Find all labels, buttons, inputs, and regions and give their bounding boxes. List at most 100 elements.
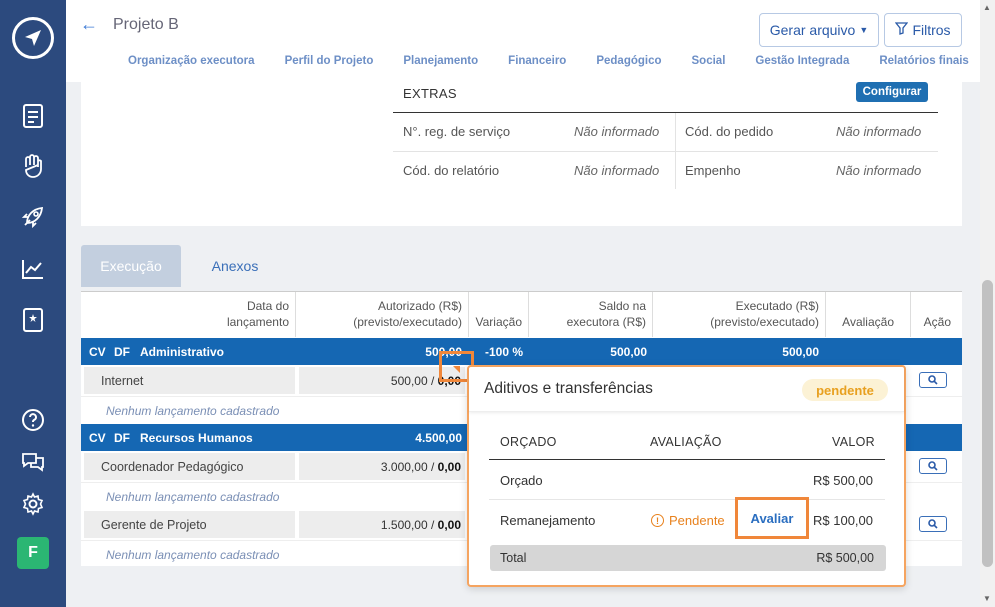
col-header-line: Executado (R$) xyxy=(735,299,819,313)
item-autorizado: 3.000,00 / 0,00 xyxy=(299,453,465,480)
search-icon xyxy=(928,373,938,388)
total-row: Total R$ 500,00 xyxy=(490,545,886,571)
col-header-avaliacao: Avaliação xyxy=(826,292,911,337)
category-executado: 500,00 xyxy=(782,345,819,359)
item-exec: 0,00 xyxy=(437,460,461,474)
col-header-line: executora (R$) xyxy=(566,315,646,329)
search-icon xyxy=(928,459,938,474)
divider xyxy=(393,112,938,113)
item-prev: 3.000,00 / xyxy=(380,460,438,474)
filtros-button[interactable]: Filtros xyxy=(884,13,962,47)
tab-gestao[interactable]: Gestão Integrada xyxy=(755,55,849,67)
configurar-button[interactable]: Configurar xyxy=(856,82,928,102)
hand-heart-icon[interactable] xyxy=(19,152,47,180)
tab-execucao[interactable]: Execução xyxy=(81,245,181,287)
page-title: Projeto B xyxy=(113,16,179,33)
logo-send-icon[interactable] xyxy=(12,17,54,59)
row-value: R$ 100,00 xyxy=(813,513,873,528)
search-button[interactable] xyxy=(919,372,947,388)
category-saldo: 500,00 xyxy=(610,345,647,359)
item-prev: 500,00 / xyxy=(390,374,438,388)
scroll-down-icon[interactable]: ▼ xyxy=(983,594,991,603)
tab-social[interactable]: Social xyxy=(692,55,726,67)
search-icon xyxy=(928,517,938,532)
gerar-arquivo-label: Gerar arquivo xyxy=(769,22,856,38)
sidebar: F xyxy=(0,0,66,607)
col-header-orcado: ORÇADO xyxy=(500,435,557,449)
category-name: Administrativo xyxy=(140,345,225,359)
search-button[interactable] xyxy=(919,458,947,474)
col-header-saldo: Saldo na executora (R$) xyxy=(529,292,653,337)
cv-label: CV xyxy=(89,431,106,445)
row-label: Orçado xyxy=(500,473,543,488)
extras-card: EXTRAS Configurar N°. reg. de serviço Nã… xyxy=(81,82,962,226)
col-header-acao: Ação xyxy=(923,315,951,329)
col-header-line: lançamento xyxy=(226,315,289,329)
back-arrow-icon[interactable]: ← xyxy=(80,14,98,35)
cv-label: CV xyxy=(89,345,106,359)
col-header-variacao: Variação xyxy=(469,292,529,337)
field-value: Não informado xyxy=(574,163,660,178)
help-icon[interactable] xyxy=(19,406,47,434)
filter-icon xyxy=(895,22,909,38)
total-value: R$ 500,00 xyxy=(816,551,874,565)
category-variacao: -100 % xyxy=(485,345,524,359)
tab-planejamento[interactable]: Planejamento xyxy=(403,55,478,67)
pendente-label: Pendente xyxy=(669,513,725,528)
chat-icon[interactable] xyxy=(19,448,47,476)
tab-perfil[interactable]: Perfil do Projeto xyxy=(285,55,374,67)
popover-header: Aditivos e transferências pendente xyxy=(469,367,904,412)
gerar-arquivo-button[interactable]: Gerar arquivo ▼ xyxy=(759,13,879,47)
col-header-line: (previsto/executado) xyxy=(710,315,819,329)
item-name: Coordenador Pedagógico xyxy=(84,453,295,480)
item-prev: 1.500,00 / xyxy=(380,518,438,532)
rocket-icon[interactable] xyxy=(19,203,47,231)
field-label: Empenho xyxy=(685,163,741,178)
col-header-valor: VALOR xyxy=(832,435,875,449)
chart-icon[interactable] xyxy=(19,255,47,283)
row-label: Remanejamento xyxy=(500,513,596,528)
book-icon[interactable] xyxy=(19,306,47,334)
popover-title: Aditivos e transferências xyxy=(484,380,653,397)
category-autorizado: 4.500,00 xyxy=(415,431,462,445)
project-nav: Organização executora Perfil do Projeto … xyxy=(128,55,969,67)
tab-financeiro[interactable]: Financeiro xyxy=(508,55,566,67)
item-name: Internet xyxy=(84,367,295,394)
scroll-up-icon[interactable]: ▲ xyxy=(983,3,991,12)
header: ← Projeto B Gerar arquivo ▼ Filtros Orga… xyxy=(66,0,980,82)
tab-relatorios[interactable]: Relatórios finais xyxy=(879,55,968,67)
avaliar-button[interactable]: Avaliar xyxy=(735,497,809,539)
col-header-line: Autorizado (R$) xyxy=(377,299,462,313)
scrollbar[interactable]: ▲ ▼ xyxy=(980,0,995,607)
document-icon[interactable] xyxy=(19,102,47,130)
total-label: Total xyxy=(500,551,527,565)
aditivos-popover: Aditivos e transferências pendente ORÇAD… xyxy=(467,365,906,587)
divider xyxy=(489,499,885,500)
col-header-line: Data do xyxy=(246,299,289,313)
df-label: DF xyxy=(114,345,130,359)
search-button[interactable] xyxy=(919,516,947,532)
item-exec: 0,00 xyxy=(437,518,461,532)
alert-circle-icon: ! xyxy=(651,514,664,527)
df-label: DF xyxy=(114,431,130,445)
caret-down-icon: ▼ xyxy=(859,25,869,35)
col-header-line: (previsto/executado) xyxy=(353,315,462,329)
tab-organizacao[interactable]: Organização executora xyxy=(128,55,255,67)
status-badge: pendente xyxy=(802,379,888,401)
col-header-line: Saldo na xyxy=(598,299,646,313)
col-header-autorizado: Autorizado (R$) (previsto/executado) xyxy=(296,292,469,337)
field-value: Não informado xyxy=(836,163,922,178)
scroll-thumb[interactable] xyxy=(982,280,993,567)
col-header-executado: Executado (R$) (previsto/executado) xyxy=(653,292,826,337)
gear-icon[interactable] xyxy=(19,490,47,518)
category-name: Recursos Humanos xyxy=(140,431,253,445)
field-value: Não informado xyxy=(574,124,660,139)
tab-pedagogico[interactable]: Pedagógico xyxy=(596,55,661,67)
divider xyxy=(393,151,938,152)
item-autorizado: 1.500,00 / 0,00 xyxy=(299,511,465,538)
filtros-label: Filtros xyxy=(912,22,951,38)
divider xyxy=(489,459,885,460)
extras-title: EXTRAS xyxy=(403,86,457,101)
tab-anexos[interactable]: Anexos xyxy=(190,245,280,287)
avatar[interactable]: F xyxy=(17,537,49,569)
